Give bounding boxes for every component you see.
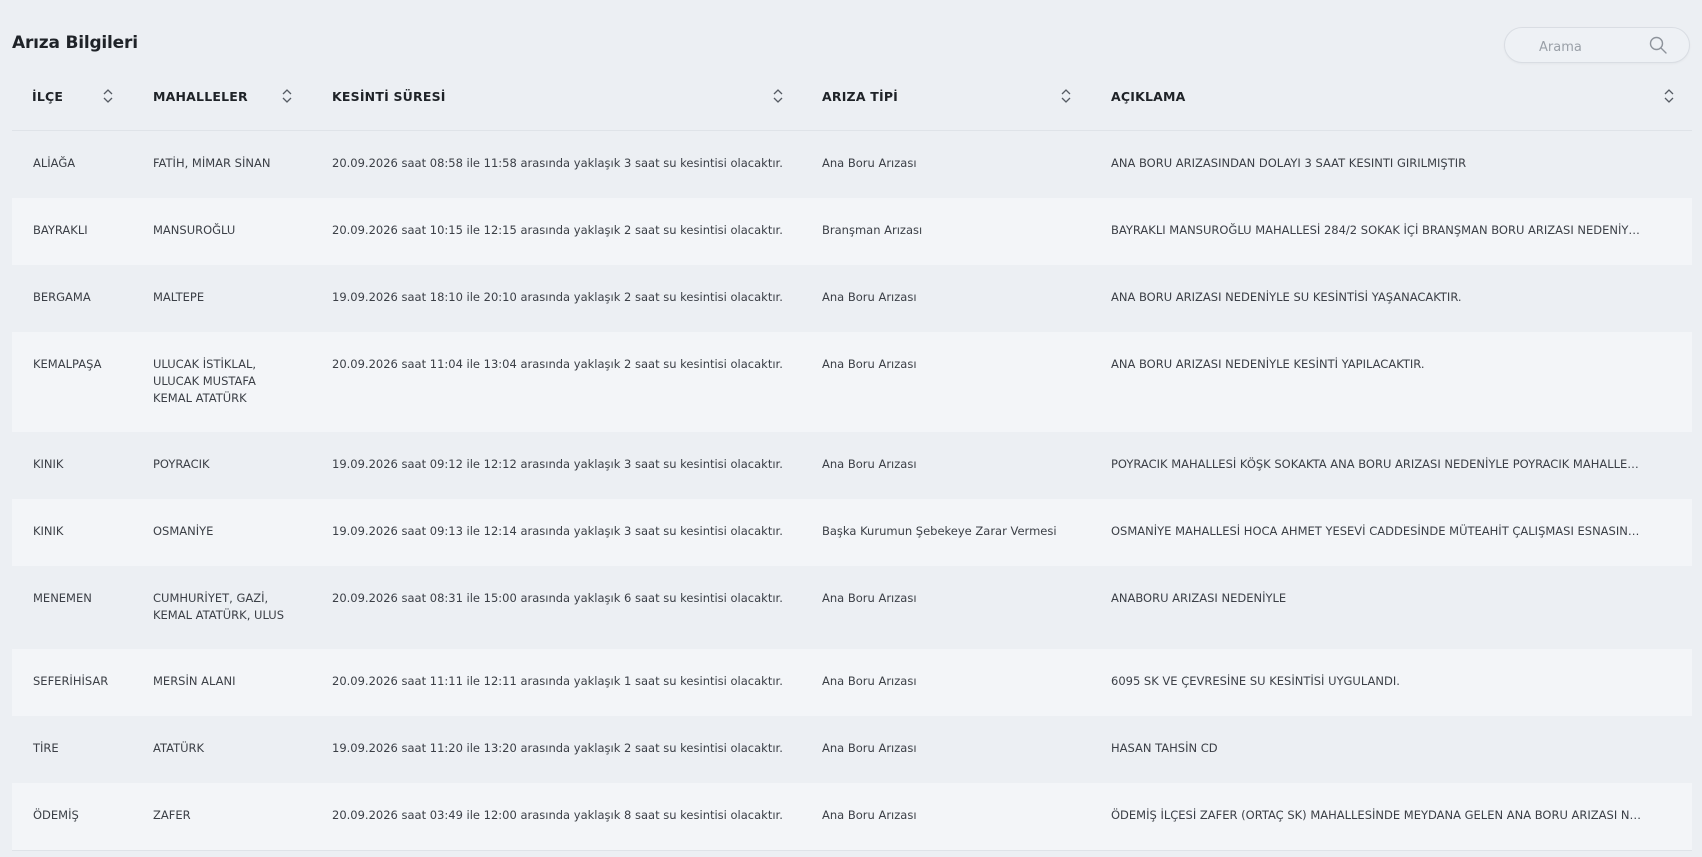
- table-row[interactable]: ALİAĞA FATİH, MİMAR SİNAN 20.09.2026 saa…: [12, 131, 1692, 198]
- cell-ilce: KINIK: [33, 524, 64, 538]
- column-header-ariza-tipi[interactable]: ARIZA TİPİ: [822, 66, 898, 130]
- search-input[interactable]: [1537, 36, 1651, 58]
- cell-aciklama: BAYRAKLI MANSUROĞLU MAHALLESİ 284/2 SOKA…: [1111, 223, 1641, 237]
- cell-aciklama: ANA BORU ARIZASI NEDENİYLE KESİNTİ YAPIL…: [1111, 357, 1425, 371]
- sort-icon[interactable]: [1060, 88, 1072, 104]
- table-row[interactable]: TİRE ATATÜRK 19.09.2026 saat 11:20 ile 1…: [12, 716, 1692, 783]
- page-title: Arıza Bilgileri: [12, 33, 138, 53]
- cell-mahalleler: MERSİN ALANI: [153, 674, 236, 688]
- cell-ilce: ALİAĞA: [33, 156, 76, 170]
- cell-aciklama: OSMANİYE MAHALLESİ HOCA AHMET YESEVİ CAD…: [1111, 524, 1641, 538]
- cell-ilce: ÖDEMİŞ: [33, 808, 79, 822]
- table-row[interactable]: SEFERİHİSAR MERSİN ALANI 20.09.2026 saat…: [12, 649, 1692, 716]
- cell-aciklama: ÖDEMİŞ İLÇESİ ZAFER (ORTAÇ SK) MAHALLESİ…: [1111, 808, 1641, 822]
- page: Arıza Bilgileri İLÇE MAHALLELER KESİNTİ …: [0, 0, 1702, 857]
- cell-kesinti-suresi: 20.09.2026 saat 11:11 ile 12:11 arasında…: [332, 674, 783, 688]
- cell-kesinti-suresi: 20.09.2026 saat 10:15 ile 12:15 arasında…: [332, 223, 783, 237]
- cell-mahalleler: MALTEPE: [153, 290, 205, 304]
- fault-table: İLÇE MAHALLELER KESİNTİ SÜRESİ ARIZA TİP…: [12, 66, 1692, 851]
- column-header-mahalleler[interactable]: MAHALLELER: [153, 66, 248, 130]
- column-header-ilce[interactable]: İLÇE: [32, 66, 63, 130]
- cell-ariza-tipi: Ana Boru Arızası: [822, 156, 917, 170]
- cell-ilce: KINIK: [33, 457, 64, 471]
- cell-ilce: TİRE: [33, 741, 59, 755]
- cell-kesinti-suresi: 20.09.2026 saat 03:49 ile 12:00 arasında…: [332, 808, 783, 822]
- cell-aciklama: 6095 SK VE ÇEVRESİNE SU KESİNTİSİ UYGULA…: [1111, 674, 1400, 688]
- cell-mahalleler: FATİH, MİMAR SİNAN: [153, 156, 271, 170]
- cell-ilce: SEFERİHİSAR: [33, 674, 109, 688]
- cell-mahalleler: ULUCAK İSTİKLAL, ULUCAK MUSTAFA KEMAL AT…: [153, 357, 257, 405]
- table-bottom-divider: [12, 850, 1692, 851]
- table-row[interactable]: BAYRAKLI MANSUROĞLU 20.09.2026 saat 10:1…: [12, 198, 1692, 265]
- search-box[interactable]: [1504, 27, 1690, 63]
- cell-ariza-tipi: Ana Boru Arızası: [822, 290, 917, 304]
- table-row[interactable]: MENEMEN CUMHURİYET, GAZİ, KEMAL ATATÜRK,…: [12, 566, 1692, 649]
- column-header-kesinti-suresi[interactable]: KESİNTİ SÜRESİ: [332, 66, 446, 130]
- cell-kesinti-suresi: 20.09.2026 saat 08:31 ile 15:00 arasında…: [332, 591, 783, 605]
- cell-kesinti-suresi: 19.09.2026 saat 18:10 ile 20:10 arasında…: [332, 290, 783, 304]
- cell-mahalleler: CUMHURİYET, GAZİ, KEMAL ATATÜRK, ULUS: [153, 591, 284, 622]
- cell-ilce: BERGAMA: [33, 290, 91, 304]
- cell-ariza-tipi: Ana Boru Arızası: [822, 674, 917, 688]
- cell-ilce: BAYRAKLI: [33, 223, 88, 237]
- cell-aciklama: ANABORU ARIZASI NEDENİYLE: [1111, 591, 1287, 605]
- search-icon[interactable]: [1648, 35, 1668, 55]
- column-header-aciklama[interactable]: AÇIKLAMA: [1111, 66, 1186, 130]
- table-row[interactable]: KEMALPAŞA ULUCAK İSTİKLAL, ULUCAK MUSTAF…: [12, 332, 1692, 432]
- cell-ariza-tipi: Ana Boru Arızası: [822, 741, 917, 755]
- cell-mahalleler: ZAFER: [153, 808, 191, 822]
- cell-aciklama: ANA BORU ARIZASINDAN DOLAYI 3 SAAT KESIN…: [1111, 156, 1467, 170]
- cell-mahalleler: ATATÜRK: [153, 741, 205, 755]
- cell-ariza-tipi: Başka Kurumun Şebekeye Zarar Vermesi: [822, 524, 1057, 538]
- cell-aciklama: ANA BORU ARIZASI NEDENİYLE SU KESİNTİSİ …: [1111, 290, 1462, 304]
- cell-ilce: MENEMEN: [33, 591, 92, 605]
- table-header: İLÇE MAHALLELER KESİNTİ SÜRESİ ARIZA TİP…: [12, 66, 1692, 131]
- cell-kesinti-suresi: 20.09.2026 saat 11:04 ile 13:04 arasında…: [332, 357, 783, 371]
- table-row[interactable]: KINIK POYRACIK 19.09.2026 saat 09:12 ile…: [12, 432, 1692, 499]
- cell-mahalleler: POYRACIK: [153, 457, 210, 471]
- sort-icon[interactable]: [772, 88, 784, 104]
- cell-kesinti-suresi: 19.09.2026 saat 11:20 ile 13:20 arasında…: [332, 741, 783, 755]
- cell-ariza-tipi: Branşman Arızası: [822, 223, 923, 237]
- cell-ariza-tipi: Ana Boru Arızası: [822, 808, 917, 822]
- table-row[interactable]: BERGAMA MALTEPE 19.09.2026 saat 18:10 il…: [12, 265, 1692, 332]
- cell-ariza-tipi: Ana Boru Arızası: [822, 357, 917, 371]
- table-row[interactable]: KINIK OSMANİYE 19.09.2026 saat 09:13 ile…: [12, 499, 1692, 566]
- cell-mahalleler: OSMANİYE: [153, 524, 214, 538]
- cell-ariza-tipi: Ana Boru Arızası: [822, 591, 917, 605]
- cell-ariza-tipi: Ana Boru Arızası: [822, 457, 917, 471]
- cell-aciklama: HASAN TAHSİN CD: [1111, 741, 1218, 755]
- table-row[interactable]: ÖDEMİŞ ZAFER 20.09.2026 saat 03:49 ile 1…: [12, 783, 1692, 850]
- cell-kesinti-suresi: 19.09.2026 saat 09:12 ile 12:12 arasında…: [332, 457, 783, 471]
- sort-icon[interactable]: [102, 88, 114, 104]
- cell-mahalleler: MANSUROĞLU: [153, 223, 236, 237]
- sort-icon[interactable]: [281, 88, 293, 104]
- cell-aciklama: POYRACIK MAHALLESİ KÖŞK SOKAKTA ANA BORU…: [1111, 457, 1641, 471]
- cell-kesinti-suresi: 20.09.2026 saat 08:58 ile 11:58 arasında…: [332, 156, 783, 170]
- sort-icon[interactable]: [1663, 88, 1675, 104]
- cell-ilce: KEMALPAŞA: [33, 357, 102, 371]
- cell-kesinti-suresi: 19.09.2026 saat 09:13 ile 12:14 arasında…: [332, 524, 783, 538]
